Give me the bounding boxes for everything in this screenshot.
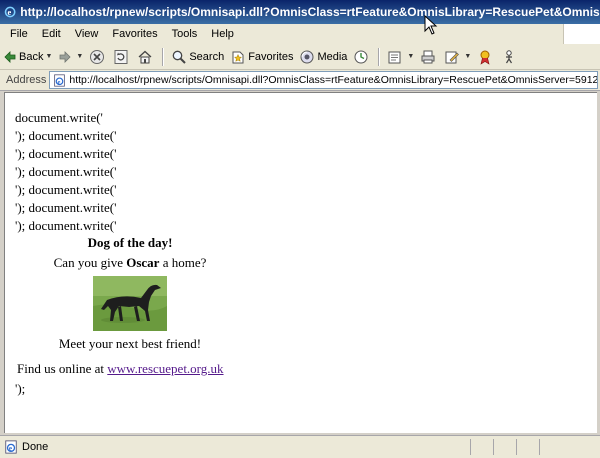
status-pane: [470, 439, 493, 455]
search-button[interactable]: Search: [168, 46, 227, 68]
refresh-button[interactable]: [110, 46, 134, 68]
adopt-prefix: Can you give: [53, 255, 127, 270]
mail-dropdown-icon[interactable]: ▼: [407, 53, 414, 60]
discuss-button[interactable]: [474, 46, 498, 68]
messenger-button[interactable]: [498, 46, 522, 68]
code-line: '); document.write(': [15, 164, 117, 179]
address-input[interactable]: e http://localhost/rpnew/scripts/Omnisap…: [49, 71, 598, 89]
code-line: '); document.write(': [15, 200, 117, 215]
status-pane: [493, 439, 516, 455]
dog-name: Oscar: [126, 255, 160, 270]
back-arrow-icon: [4, 50, 16, 63]
window-title: http://localhost/rpnew/scripts/Omnisapi.…: [20, 5, 600, 19]
windows-flag-icon: [563, 24, 600, 44]
find-us-label: Find us online at: [17, 361, 108, 376]
svg-text:e: e: [9, 445, 12, 453]
media-button[interactable]: Media: [296, 46, 350, 68]
code-line: '); document.write(': [15, 146, 117, 161]
home-button[interactable]: [134, 46, 158, 68]
forward-button[interactable]: ▼: [55, 46, 86, 68]
menu-favorites[interactable]: Favorites: [105, 28, 164, 40]
code-line: '); document.write(': [15, 128, 117, 143]
status-pane: [539, 439, 600, 455]
edit-icon: [445, 51, 460, 63]
forward-dropdown-icon[interactable]: ▼: [76, 53, 83, 60]
address-url: http://localhost/rpnew/scripts/Omnisapi.…: [69, 74, 598, 86]
stop-button[interactable]: [86, 46, 110, 68]
menu-help[interactable]: Help: [204, 28, 241, 40]
search-icon: [172, 50, 187, 64]
dog-of-the-day: Dog of the day! Can you give Oscar a hom…: [5, 233, 255, 354]
print-button[interactable]: [417, 46, 441, 68]
edit-dropdown-icon[interactable]: ▼: [464, 53, 471, 60]
status-text: Done: [22, 441, 49, 453]
edit-button[interactable]: ▼: [441, 46, 474, 68]
mail-icon: [388, 51, 401, 63]
mouse-cursor-icon: [424, 15, 438, 35]
page-done-icon: e: [5, 440, 17, 454]
back-label: Back: [19, 50, 44, 63]
script-output: document.write(' '); document.write(' ')…: [15, 109, 116, 235]
dog-photo: [93, 276, 167, 331]
adopt-suffix: a home?: [159, 255, 207, 270]
code-line-end: ');: [15, 381, 26, 396]
menu-view[interactable]: View: [68, 28, 106, 40]
status-pane: [516, 439, 539, 455]
stop-icon: [90, 49, 105, 64]
svg-text:e: e: [58, 78, 61, 85]
code-line: '); document.write(': [15, 182, 117, 197]
media-icon: [300, 50, 314, 63]
print-icon: [421, 50, 435, 63]
history-icon: [354, 50, 368, 63]
code-line: document.write(': [15, 110, 103, 125]
rescuepet-link[interactable]: www.rescuepet.org.uk: [107, 361, 223, 376]
menu-tools[interactable]: Tools: [165, 28, 205, 40]
dog-of-the-day-title: Dog of the day!: [87, 235, 173, 250]
page-icon: e: [54, 73, 66, 87]
find-us-line: Find us online at www.rescuepet.org.uk: [17, 361, 224, 377]
ie-logo-icon: e: [4, 6, 16, 18]
menu-edit[interactable]: Edit: [35, 28, 68, 40]
toolbar-separator: [378, 47, 381, 66]
home-icon: [138, 50, 152, 63]
history-button[interactable]: [350, 46, 374, 68]
menu-file[interactable]: File: [0, 28, 35, 40]
back-button[interactable]: Back ▼: [0, 46, 55, 68]
back-dropdown-icon[interactable]: ▼: [45, 53, 52, 60]
messenger-icon: [506, 49, 513, 63]
forward-arrow-icon: [60, 50, 71, 63]
status-bar: e Done: [0, 435, 600, 458]
page-content: document.write(' '); document.write(' ')…: [4, 92, 597, 433]
award-icon: [480, 50, 490, 65]
svg-text:e: e: [7, 8, 11, 17]
address-bar: Address e http://localhost/rpnew/scripts…: [0, 70, 600, 91]
meet-text: Meet your next best friend!: [58, 336, 202, 351]
favorites-icon: [232, 51, 244, 63]
mail-button[interactable]: ▼: [384, 46, 417, 68]
adopt-prompt: Can you give Oscar a home?: [5, 253, 255, 273]
favorites-button[interactable]: Favorites: [227, 46, 296, 68]
favorites-label: Favorites: [248, 50, 294, 63]
toolbar: Back ▼ ▼ Search Favorites Media ▼ ▼: [0, 44, 600, 70]
address-label: Address: [6, 74, 47, 86]
menu-bar: File Edit View Favorites Tools Help: [0, 24, 600, 45]
search-label: Search: [189, 50, 225, 63]
title-bar: e http://localhost/rpnew/scripts/Omnisap…: [0, 0, 600, 24]
refresh-icon: [114, 49, 128, 64]
toolbar-separator: [162, 47, 165, 66]
media-label: Media: [317, 50, 348, 63]
